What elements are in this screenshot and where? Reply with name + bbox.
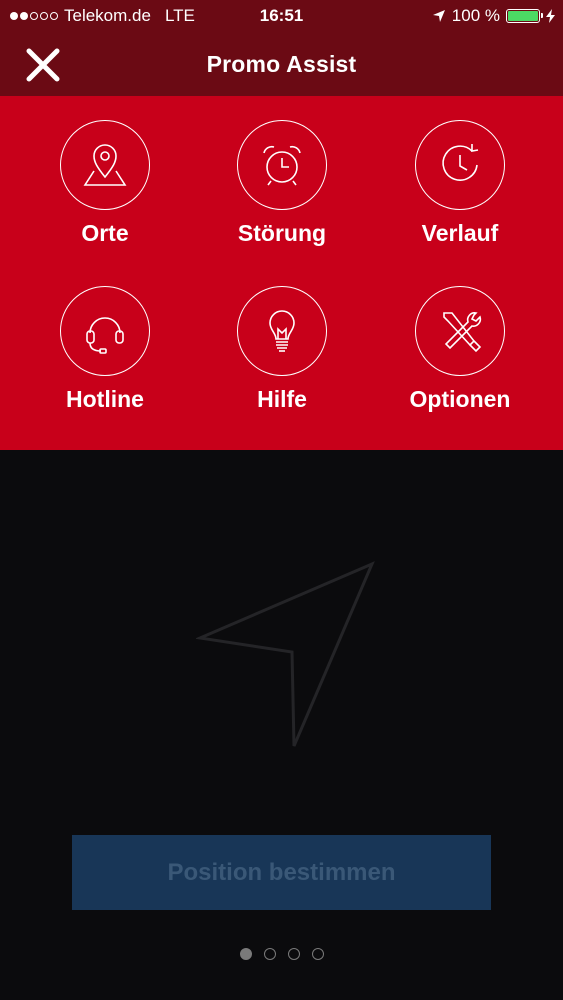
map-pin-icon [83, 144, 127, 186]
menu-item-label: Hilfe [257, 386, 307, 412]
charging-icon [546, 9, 555, 23]
icon-circle [415, 120, 505, 210]
headset-icon [86, 317, 124, 354]
tools-icon [443, 312, 482, 353]
map-area[interactable]: Position bestimmen [0, 450, 563, 1000]
alarm-clock-icon [263, 145, 301, 186]
location-services-icon [432, 10, 445, 22]
navigation-bar: Promo Assist [0, 34, 563, 96]
menu-item-label: Hotline [66, 386, 144, 412]
menu-item-verlauf[interactable]: Verlauf [385, 120, 535, 270]
main-menu: Orte Störung Verlauf Hotline Hilfe Optio… [0, 96, 563, 450]
menu-item-stoerung[interactable]: Störung [207, 120, 357, 270]
status-right: 100 % [432, 6, 555, 26]
icon-circle [237, 120, 327, 210]
menu-item-label: Störung [237, 220, 327, 246]
icon-circle [415, 286, 505, 376]
page-indicator [0, 948, 563, 960]
battery-icon [506, 9, 543, 23]
location-arrow-icon [196, 561, 375, 747]
determine-position-button[interactable]: Position bestimmen [72, 835, 491, 910]
history-clock-icon [442, 144, 479, 181]
icon-circle [237, 286, 327, 376]
menu-item-hilfe[interactable]: Hilfe [207, 286, 357, 436]
battery-percent: 100 % [451, 6, 500, 25]
page-dot[interactable] [287, 948, 300, 960]
page-dot[interactable] [263, 948, 276, 960]
menu-item-label: Verlauf [421, 220, 499, 246]
page-dot[interactable] [311, 948, 324, 960]
menu-item-label: Optionen [409, 386, 511, 412]
menu-item-hotline[interactable]: Hotline [30, 286, 180, 436]
page-title: Promo Assist [206, 51, 357, 77]
determine-position-label: Position bestimmen [167, 858, 396, 886]
icon-circle [60, 286, 150, 376]
icon-circle [60, 120, 150, 210]
menu-item-orte[interactable]: Orte [30, 120, 180, 270]
page-dot[interactable] [239, 948, 252, 960]
menu-item-optionen[interactable]: Optionen [385, 286, 535, 436]
status-bar: Telekom.de LTE 16:51 100 % [0, 0, 563, 34]
lightbulb-icon [269, 310, 295, 352]
menu-item-label: Orte [81, 220, 129, 246]
